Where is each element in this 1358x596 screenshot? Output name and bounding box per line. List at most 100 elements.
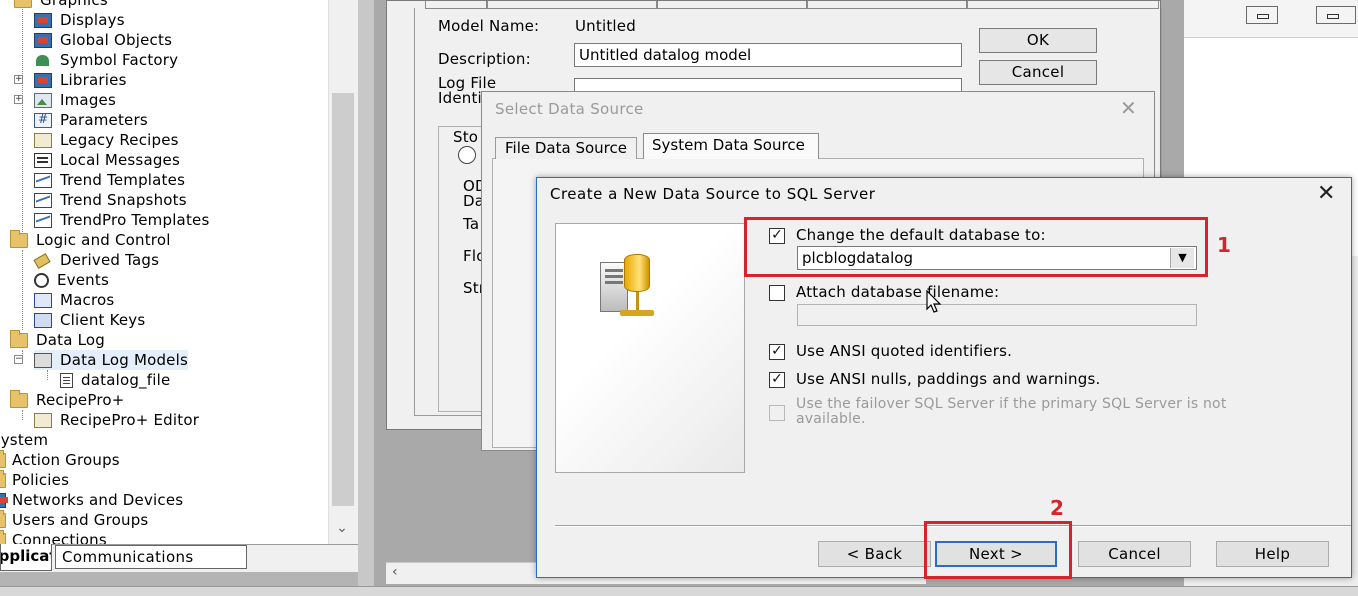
tree-item-label: Derived Tags [60,251,160,269]
ok-button[interactable]: OK [979,28,1097,53]
help-button[interactable]: Help [1216,541,1329,567]
collapse-icon[interactable]: − [14,355,23,364]
folder-icon [10,389,28,408]
log-file-label-2: Identi [438,89,482,107]
tree-item-trend-templates[interactable]: Trend Templates [34,170,185,190]
folder-icon [10,329,28,348]
tree-item-recipepro[interactable]: RecipePro+ [10,389,125,410]
tree-item-data-log[interactable]: Data Log [10,329,105,350]
tree-item-trendpro-templates[interactable]: TrendPro Templates [34,210,209,230]
tree-item-label: TrendPro Templates [60,211,210,229]
explorer-scrollbar-thumb[interactable] [332,93,354,506]
tree-item-local-messages[interactable]: Local Messages [34,150,180,170]
trend-icon [34,172,52,188]
ansi-quoted-label: Use ANSI quoted identifiers. [796,342,1013,360]
tree-item-label: Parameters [60,111,148,129]
tree-item-label: RecipePro+ [36,391,125,409]
failover-label-2: available. [796,411,866,427]
tree-item-legacy-recipes[interactable]: Legacy Recipes [34,130,179,150]
display-icon [34,32,52,48]
attach-db-label: Attach database filename: [796,283,1000,301]
tree-item-label: Data Log [36,331,105,349]
tree-item-policies[interactable]: Policies [0,469,69,490]
close-icon[interactable]: ✕ [1317,181,1335,206]
tree-item-action-groups[interactable]: Action Groups [0,449,120,470]
tab-system-data-source[interactable]: System Data Source [643,133,819,159]
tree-item-label: Data Log Models [60,351,188,369]
ansi-quoted-checkbox[interactable]: ✓ [769,344,785,360]
tree-item-label: Action Groups [12,451,120,469]
tree-item-datalog-file[interactable]: datalog_file [60,370,170,390]
network-icon [0,492,8,508]
close-icon[interactable]: ✕ [1120,96,1137,120]
tab-file-data-source[interactable]: File Data Source [495,137,637,159]
back-button[interactable]: < Back [818,541,931,567]
attach-db-filename-input[interactable] [797,304,1197,326]
editor-icon [34,412,52,428]
tree-item-recipepro-editor[interactable]: RecipePro+ Editor [34,410,199,430]
tree-item-parameters[interactable]: Parameters [34,110,148,130]
chevron-left-icon[interactable]: ‹ [392,564,408,582]
tree-item-data-log-models[interactable]: Data Log Models [34,350,188,370]
symbol-factory-icon [34,53,52,68]
models-icon [34,352,52,368]
tree-item-label: System [0,431,49,449]
tree-item-libraries[interactable]: Libraries [34,70,127,90]
explorer-panel: Graphics Displays Global Objects Symbol … [0,0,358,572]
image-icon [34,92,52,108]
tree-item-system[interactable]: System [0,430,48,450]
failover-checkbox[interactable] [769,405,785,421]
tree-item-networks-and-devices[interactable]: Networks and Devices [0,490,183,510]
tree-item-label: datalog_file [81,371,171,389]
tree-item-label: Local Messages [60,151,181,169]
tree-item-users-and-groups[interactable]: Users and Groups [0,509,149,530]
cancel-button[interactable]: Cancel [979,60,1097,85]
tab-application[interactable]: Application [0,544,52,571]
status-bar [0,586,1358,596]
minimize-button[interactable] [1246,6,1278,24]
tree-item-logic-and-control[interactable]: Logic and Control [10,229,171,250]
attach-db-checkbox[interactable] [769,285,785,301]
tree-item-symbol-factory[interactable]: Symbol Factory [34,50,178,70]
tree-item-derived-tags[interactable]: Derived Tags [34,250,159,270]
display-icon [34,72,52,88]
tree-item-events[interactable]: Events [34,270,109,290]
tree-item-label: Global Objects [60,31,173,49]
tree-item-label: Legacy Recipes [60,131,179,149]
restore-button[interactable] [1316,6,1356,24]
ansi-nulls-label: Use ANSI nulls, paddings and warnings. [796,370,1101,388]
tree-item-label: Trend Templates [60,171,186,189]
annotation-box-2 [924,521,1072,579]
folder-icon [0,449,6,468]
splitter[interactable] [358,0,374,596]
tree-item-client-keys[interactable]: Client Keys [34,310,145,330]
tree-item-trend-snapshots[interactable]: Trend Snapshots [34,190,187,210]
tree-item-global-objects[interactable]: Global Objects [34,30,172,50]
file-icon [60,372,73,388]
create-dialog-title: Create a New Data Source to SQL Server [550,185,876,203]
expand-icon[interactable]: + [14,95,23,104]
right-toolbar [1184,0,1358,38]
expand-icon[interactable]: + [14,75,23,84]
chevron-down-icon[interactable]: ⌄ [334,520,350,536]
cancel-button[interactable]: Cancel [1078,541,1191,567]
description-input[interactable]: Untitled datalog model [574,43,962,67]
tree-item-label: Users and Groups [12,511,149,529]
tree-item-label: Trend Snapshots [60,191,187,209]
ansi-nulls-checkbox[interactable]: ✓ [769,372,785,388]
tree-item-displays[interactable]: Displays [34,10,125,30]
display-icon [34,12,52,28]
mouse-cursor-icon [926,290,942,313]
keys-icon [34,312,52,328]
tree-item-images[interactable]: Images [34,90,116,110]
model-name-value: Untitled [575,17,636,35]
folder-icon [0,469,6,488]
tree-item-graphics[interactable]: Graphics [14,0,108,10]
tab-communications[interactable]: Communications [55,545,247,569]
tree-item-label: Macros [60,291,115,309]
tree-item-label: Images [60,91,116,109]
tree-item-label: Libraries [60,71,127,89]
storage-label: Sto [453,128,479,146]
storage-radio[interactable] [458,146,476,164]
tree-item-macros[interactable]: Macros [34,290,114,310]
